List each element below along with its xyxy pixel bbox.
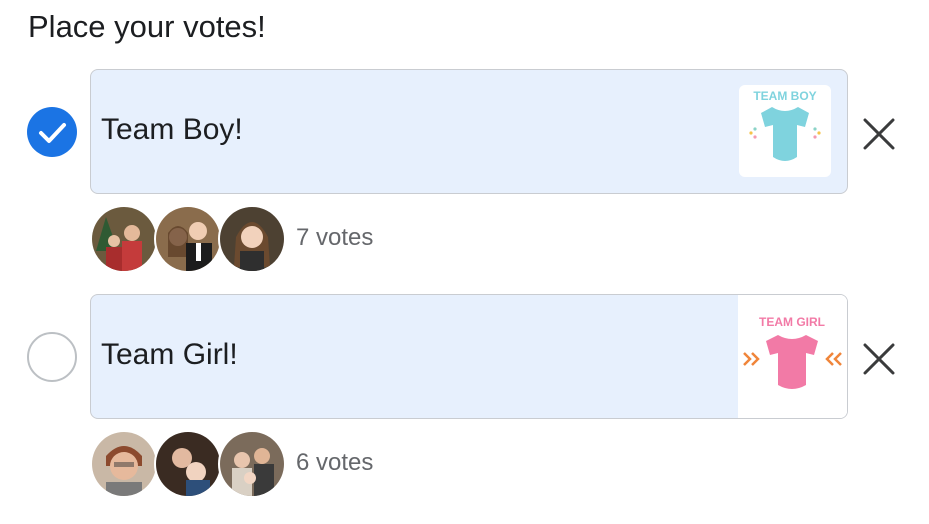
poll-option-box[interactable]: Team Boy! TEAM BOY <box>90 69 848 194</box>
check-circle-icon[interactable] <box>27 107 77 157</box>
avatar[interactable] <box>90 430 158 498</box>
voters-row[interactable]: 7 votes <box>90 205 490 277</box>
close-icon <box>863 118 895 150</box>
close-icon <box>863 343 895 375</box>
remove-option-button[interactable] <box>857 337 901 381</box>
remove-option-button[interactable] <box>857 112 901 156</box>
team-girl-image-text: TEAM GIRL <box>759 315 825 329</box>
poll-option-team-girl: Team Girl! TEAM GIRL 6 votes <box>0 294 929 498</box>
team-girl-image: TEAM GIRL <box>738 295 847 418</box>
avatar[interactable] <box>90 205 158 273</box>
avatar[interactable] <box>218 430 286 498</box>
poll-option-label: Team Boy! <box>101 113 243 146</box>
empty-circle-icon[interactable] <box>27 332 77 382</box>
vote-count[interactable]: 7 votes <box>296 221 373 255</box>
avatar[interactable] <box>154 205 222 273</box>
avatar[interactable] <box>154 430 222 498</box>
poll-option-team-boy: Team Boy! TEAM BOY 7 votes <box>0 69 929 273</box>
vote-count[interactable]: 6 votes <box>296 446 373 480</box>
poll-heading: Place your votes! <box>28 9 266 44</box>
team-boy-image-text: TEAM BOY <box>753 89 816 103</box>
avatar[interactable] <box>218 205 286 273</box>
team-boy-image: TEAM BOY <box>739 85 831 177</box>
poll-option-box[interactable]: Team Girl! TEAM GIRL <box>90 294 848 419</box>
voters-row[interactable]: 6 votes <box>90 430 490 502</box>
poll-option-label: Team Girl! <box>101 338 238 371</box>
